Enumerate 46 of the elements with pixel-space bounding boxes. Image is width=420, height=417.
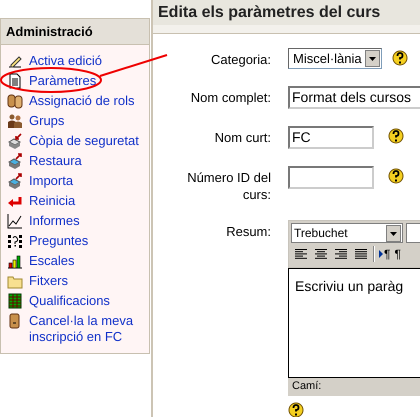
category-dropdown[interactable]: Miscel·lània [288, 48, 382, 69]
sidebar-link[interactable]: Còpia de seguretat [29, 133, 139, 149]
sidebar-link[interactable]: Informes [29, 213, 80, 229]
input-field[interactable]: Format dels cursos [288, 86, 420, 109]
field-label: Nom curt: [214, 129, 271, 146]
path-bar: Camí: [288, 378, 420, 396]
question-dots-icon [7, 233, 23, 249]
editor-area[interactable]: Escriviu un paràg [288, 268, 420, 378]
align-right-icon [333, 246, 349, 262]
input-field[interactable]: FC [288, 126, 374, 149]
sidebar-link[interactable]: Escales [29, 253, 75, 269]
sidebar-link[interactable]: Cancel·la la meva inscripció en FC [29, 313, 149, 345]
sidebar-link[interactable]: Preguntes [29, 233, 88, 249]
field-label: Resum: [225, 223, 271, 240]
triangle-icon [379, 250, 383, 258]
people-icon [7, 113, 23, 129]
line-chart-icon [7, 213, 23, 229]
justify-icon [353, 246, 369, 262]
sidebar-link[interactable]: Activa edició [29, 53, 102, 69]
faces-icon [7, 93, 23, 109]
field-label: Categoria: [210, 51, 271, 68]
block-title: Administració [1, 19, 149, 45]
input-field[interactable] [288, 166, 374, 189]
document-icon [7, 73, 23, 89]
sidebar-link[interactable]: Assignació de rols [29, 93, 134, 109]
field-label: Nom complet: [190, 89, 271, 106]
page-title: Edita els paràmetres del curs [153, 0, 420, 25]
editor-text: Escriviu un paràg [295, 278, 404, 294]
sidebar-link[interactable]: Restaura [29, 153, 82, 169]
sidebar-link[interactable]: Reinicia [29, 193, 76, 209]
box-arrow-icon [7, 173, 23, 189]
sidebar-link[interactable]: Paràmetres [29, 73, 96, 89]
sidebar-link[interactable]: Importa [29, 173, 74, 189]
right-to-left-button[interactable]: ¶ [394, 247, 401, 261]
sidebar-link[interactable]: Qualificacions [29, 293, 110, 309]
align-left-icon [293, 246, 309, 262]
align-center-icon [313, 246, 329, 262]
box-arrow-icon [7, 153, 23, 169]
left-to-right-button[interactable]: ¶ [379, 247, 390, 261]
sidebar-link[interactable]: Grups [29, 113, 64, 129]
box-arrow-icon [7, 133, 23, 149]
field-label: Número ID del curs: [186, 169, 271, 203]
sidebar-link[interactable]: Fitxers [29, 273, 68, 289]
grid-icon [7, 293, 23, 309]
bar-chart-icon [7, 253, 23, 269]
font-dropdown[interactable]: Trebuchet [291, 223, 404, 243]
